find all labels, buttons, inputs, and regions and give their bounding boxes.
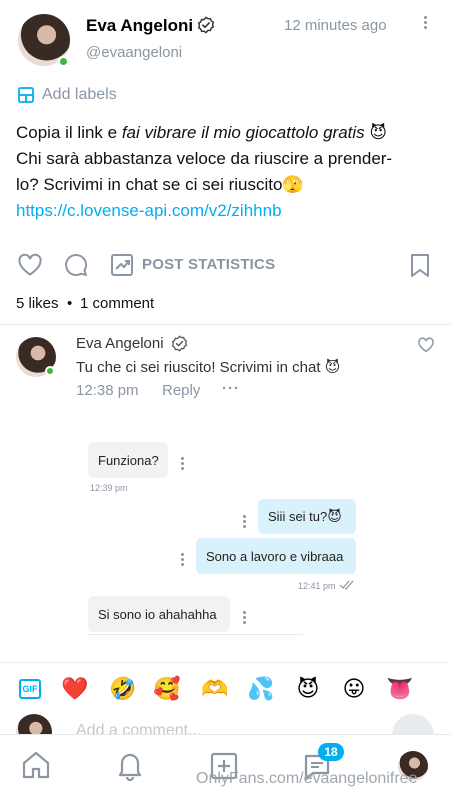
- post-text-line3: lo? Scrivimi in chat se ci sei riuscito: [16, 175, 283, 194]
- chat-divider: [88, 634, 303, 635]
- post-timestamp: 12 minutes ago: [284, 17, 387, 34]
- notifications-bell-icon[interactable]: [114, 749, 146, 781]
- home-icon[interactable]: [20, 749, 52, 781]
- comment-devil-emoji: 😈: [324, 359, 341, 376]
- watermark-text: OnlyFans.com/evaangelonifree: [196, 770, 418, 787]
- chat-message-out: Siii sei tu? 😈: [258, 499, 356, 534]
- comment-bubble-icon[interactable]: [63, 252, 89, 278]
- devil-emoji: 😈: [369, 123, 388, 142]
- chat-message-text: Siii sei tu?: [268, 509, 328, 524]
- comment-text: Tu che ci sei riuscito! Scrivimi in chat…: [76, 359, 341, 376]
- comments-count[interactable]: 1 comment: [80, 295, 154, 312]
- emoji-tongue[interactable]: 😛: [338, 673, 370, 705]
- post-statistics-button[interactable]: POST STATISTICS: [142, 256, 275, 273]
- divider: [0, 324, 450, 325]
- comment-online-dot: [45, 366, 55, 376]
- dot-separator: •: [67, 295, 73, 312]
- shocked-emoji: 🫣: [282, 175, 304, 194]
- author-name[interactable]: Eva Angeloni: [86, 16, 193, 36]
- emoji-heart[interactable]: ❤️: [59, 673, 91, 705]
- read-check-icon: [339, 580, 354, 590]
- gif-button[interactable]: GIF: [19, 679, 41, 699]
- comment-more-icon[interactable]: ···: [222, 380, 240, 397]
- chat-message-options-icon[interactable]: [243, 611, 246, 624]
- comment-like-icon[interactable]: [417, 337, 435, 353]
- post-text-line2: Chi sarà abbastanza veloce da riuscire a…: [16, 149, 393, 168]
- comment-time: 12:38 pm: [76, 382, 139, 399]
- comment-reply-button[interactable]: Reply: [162, 382, 200, 399]
- emoji-bar: GIF ❤️ 🤣 🥰 🫶 💦 😈 😛 👅: [0, 662, 450, 714]
- lovense-link[interactable]: https://c.lovense-api.com/v2/zihhnb: [16, 198, 436, 224]
- emoji-heart-hands[interactable]: 🫶: [199, 673, 231, 705]
- chat-devil-emoji: 😈: [327, 508, 342, 524]
- post-text-line1-b: fai vibrare il mio giocattolo gratis: [121, 123, 365, 142]
- verified-icon: [197, 16, 215, 34]
- comment-verified-icon: [171, 335, 188, 352]
- chat-message-time: 12:41 pm: [298, 581, 336, 591]
- bottom-nav: 18: [0, 734, 450, 800]
- like-heart-icon[interactable]: [17, 253, 43, 277]
- online-status-dot: [58, 56, 69, 67]
- chat-message-out: Sono a lavoro e vibraaa: [196, 538, 356, 574]
- emoji-devil[interactable]: 😈: [292, 673, 324, 705]
- bookmark-icon[interactable]: [409, 253, 431, 278]
- emoji-sweat-droplets[interactable]: 💦: [245, 673, 277, 705]
- chat-message-options-icon[interactable]: [181, 457, 184, 470]
- post-text: Copia il link e fai vibrare il mio gioca…: [16, 120, 436, 224]
- add-labels-link[interactable]: Add labels: [42, 86, 117, 104]
- messages-badge: 18: [318, 743, 344, 761]
- chat-message-time: 12:39 pm: [90, 483, 128, 493]
- more-options-icon[interactable]: [424, 16, 427, 29]
- chat-message-text: Si sono io ahahahha: [98, 606, 217, 622]
- post-text-line1-a: Copia il link e: [16, 123, 122, 142]
- comment-author-name[interactable]: Eva Angeloni: [76, 335, 164, 352]
- chat-message-options-icon[interactable]: [181, 553, 184, 566]
- post-statistics-icon[interactable]: [110, 253, 134, 277]
- chat-message-text: Sono a lavoro e vibraaa: [206, 548, 344, 564]
- label-icon[interactable]: [17, 86, 35, 104]
- chat-message-options-icon[interactable]: [243, 515, 246, 528]
- chat-message-in: Funziona?: [88, 442, 168, 478]
- chat-message-text: Funziona?: [98, 452, 159, 468]
- author-handle[interactable]: @evaangeloni: [86, 44, 182, 61]
- likes-count[interactable]: 5 likes: [16, 295, 59, 312]
- emoji-rofl[interactable]: 🤣: [107, 673, 139, 705]
- emoji-smiling-hearts[interactable]: 🥰: [151, 673, 183, 705]
- emoji-tongue-out[interactable]: 👅: [384, 673, 416, 705]
- chat-message-in: Si sono io ahahahha: [88, 596, 230, 632]
